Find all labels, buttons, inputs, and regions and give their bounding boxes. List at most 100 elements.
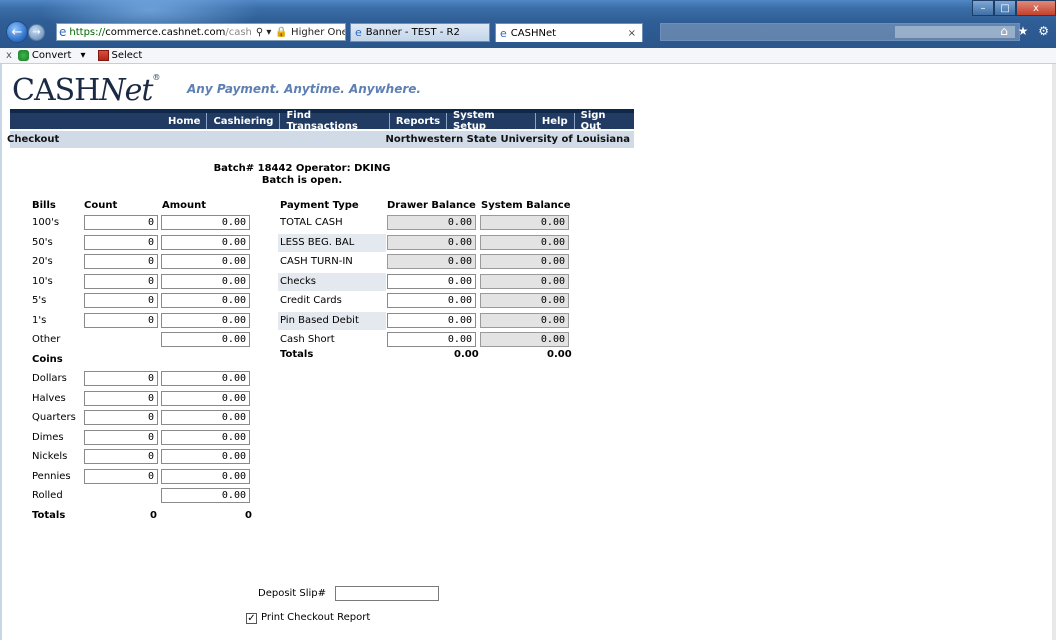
bill-label: 10's xyxy=(32,275,53,287)
drawer-balance-field[interactable]: 0.00 xyxy=(387,293,476,308)
batch-number: Batch# 18442 Operator: DKING xyxy=(213,163,391,174)
bill-amount-input[interactable]: 0.00 xyxy=(161,215,250,230)
nav-reports[interactable]: Reports xyxy=(390,113,448,129)
bill-count-input[interactable]: 0 xyxy=(84,234,158,250)
bill-amount-input[interactable]: 0.00 xyxy=(161,273,250,289)
convert-button[interactable]: Convert ▾ xyxy=(17,50,92,61)
forward-button[interactable]: → xyxy=(28,24,45,41)
scrollbar[interactable] xyxy=(1052,64,1056,640)
maximize-button[interactable]: □ xyxy=(994,0,1016,16)
system-balance-field: 0.00 xyxy=(480,312,569,328)
select-label: Select xyxy=(111,50,143,61)
ie-icon: e xyxy=(355,26,362,39)
bill-count-input[interactable]: 0 xyxy=(84,273,158,289)
payment-type-label: TOTAL CASH xyxy=(280,217,343,228)
close-window-button[interactable]: x xyxy=(1016,0,1056,16)
coin-count-input[interactable]: 0 xyxy=(84,468,158,484)
bill-amount-input[interactable]: 0.00 xyxy=(161,332,250,347)
coin-label: Pennies xyxy=(32,470,71,482)
payment-type-label: Checks xyxy=(278,272,386,291)
coin-count-input[interactable]: 0 xyxy=(84,371,158,386)
print-report-checkbox[interactable]: ✓ xyxy=(246,613,257,624)
close-command-bar-icon[interactable]: x xyxy=(6,50,12,61)
drawer-balance-field: 0.00 xyxy=(387,215,476,230)
payment-type-label: Pin Based Debit xyxy=(278,311,386,330)
payment-totals-system: 0.00 xyxy=(547,348,572,360)
bill-count-input[interactable]: 0 xyxy=(84,254,158,269)
coin-amount-input[interactable]: 0.00 xyxy=(161,468,250,484)
convert-label: Convert xyxy=(31,50,72,61)
bill-count-input[interactable]: 0 xyxy=(84,293,158,308)
tab-strip-empty xyxy=(660,23,1020,41)
coin-count-input[interactable]: 0 xyxy=(84,410,158,425)
coin-label: Dimes xyxy=(32,431,64,443)
coin-label: Nickels xyxy=(32,451,68,462)
window-buttons: – □ x xyxy=(972,0,1056,16)
print-report-label[interactable]: Print Checkout Report xyxy=(261,612,370,623)
drawer-balance-field[interactable]: 0.00 xyxy=(387,332,476,347)
coin-count-input[interactable]: 0 xyxy=(84,449,158,464)
bill-label: 1's xyxy=(32,314,47,326)
cash-totals-label: Totals xyxy=(32,509,66,521)
deposit-slip-input[interactable] xyxy=(335,586,439,601)
tagline: Any Payment. Anytime. Anywhere. xyxy=(187,82,421,96)
nav-system-setup[interactable]: System Setup xyxy=(447,110,536,132)
tab-banner[interactable]: e Banner - TEST - R2 xyxy=(350,23,490,42)
tab-label: CASHNet xyxy=(510,27,557,39)
close-tab-icon[interactable]: × xyxy=(628,28,636,39)
page-title-bar: Checkout Northwestern State University o… xyxy=(7,131,634,148)
bill-amount-input[interactable]: 0.00 xyxy=(161,234,250,250)
payment-totals-label: Totals xyxy=(280,348,314,360)
batch-status: Batch is open. xyxy=(261,175,343,186)
tab-cashnet[interactable]: e CASHNet × xyxy=(495,23,643,42)
count-header: Count xyxy=(84,200,118,211)
cashnet-logo: CASHNet® xyxy=(12,73,160,108)
security-report[interactable]: 🔒 Higher One... xyxy=(275,27,345,38)
nav-cashiering[interactable]: Cashiering xyxy=(207,113,281,129)
bill-count-input[interactable]: 0 xyxy=(84,215,158,230)
deposit-slip-label: Deposit Slip# xyxy=(258,588,327,599)
bill-amount-input[interactable]: 0.00 xyxy=(161,293,250,308)
coin-amount-input[interactable]: 0.00 xyxy=(161,371,250,386)
search-icon[interactable]: ⚲ ▾ xyxy=(256,27,272,38)
bill-amount-input[interactable]: 0.00 xyxy=(161,312,250,328)
chevron-down-icon: ▾ xyxy=(80,50,86,61)
address-bar[interactable]: e https:// commerce.cashnet.com /cash ⚲ … xyxy=(56,23,346,41)
bill-label: 5's xyxy=(32,295,47,306)
coin-count-input[interactable]: 0 xyxy=(84,390,158,406)
forward-arrow-icon: → xyxy=(32,27,41,38)
select-button[interactable]: Select xyxy=(97,50,149,61)
payment-type-label: Credit Cards xyxy=(280,295,342,306)
coin-amount-input[interactable]: 0.00 xyxy=(161,390,250,406)
amount-header: Amount xyxy=(162,200,207,211)
coin-label: Halves xyxy=(32,392,66,404)
coin-label: Quarters xyxy=(32,412,76,423)
drawer-balance-field[interactable]: 0.00 xyxy=(387,312,476,328)
bill-label: 20's xyxy=(32,256,53,267)
cash-totals-amount: 0 xyxy=(245,509,252,521)
bill-count-input[interactable]: 0 xyxy=(84,312,158,328)
tab-label: Banner - TEST - R2 xyxy=(365,27,460,38)
nav-find-transactions[interactable]: Find Transactions xyxy=(280,110,390,132)
bill-amount-input[interactable]: 0.00 xyxy=(161,254,250,269)
coin-amount-input[interactable]: 0.00 xyxy=(161,410,250,425)
logo-cash: CASH xyxy=(12,73,100,108)
system-balance-field: 0.00 xyxy=(480,273,569,289)
coin-amount-input[interactable]: 0.00 xyxy=(161,449,250,464)
page-content: CASHNet® Any Payment. Anytime. Anywhere.… xyxy=(0,64,1056,640)
toolbar-icons[interactable]: ⌂ ★ ⚙ xyxy=(1000,24,1052,38)
search-box[interactable] xyxy=(895,26,1015,38)
system-balance-header: System Balance xyxy=(481,200,571,211)
system-balance-field: 0.00 xyxy=(480,332,569,347)
coin-count-input[interactable]: 0 xyxy=(84,429,158,445)
logo-net: Net xyxy=(99,73,153,108)
nav-home[interactable]: Home xyxy=(162,113,208,129)
back-button[interactable]: ← xyxy=(6,21,28,43)
nav-help[interactable]: Help xyxy=(536,113,575,129)
nav-sign-out[interactable]: Sign Out xyxy=(575,110,634,132)
minimize-button[interactable]: – xyxy=(972,0,994,16)
coin-amount-input[interactable]: 0.00 xyxy=(161,488,250,503)
nav-row: ← → e https:// commerce.cashnet.com /cas… xyxy=(0,20,1056,44)
drawer-balance-field[interactable]: 0.00 xyxy=(387,273,476,289)
coin-amount-input[interactable]: 0.00 xyxy=(161,429,250,445)
